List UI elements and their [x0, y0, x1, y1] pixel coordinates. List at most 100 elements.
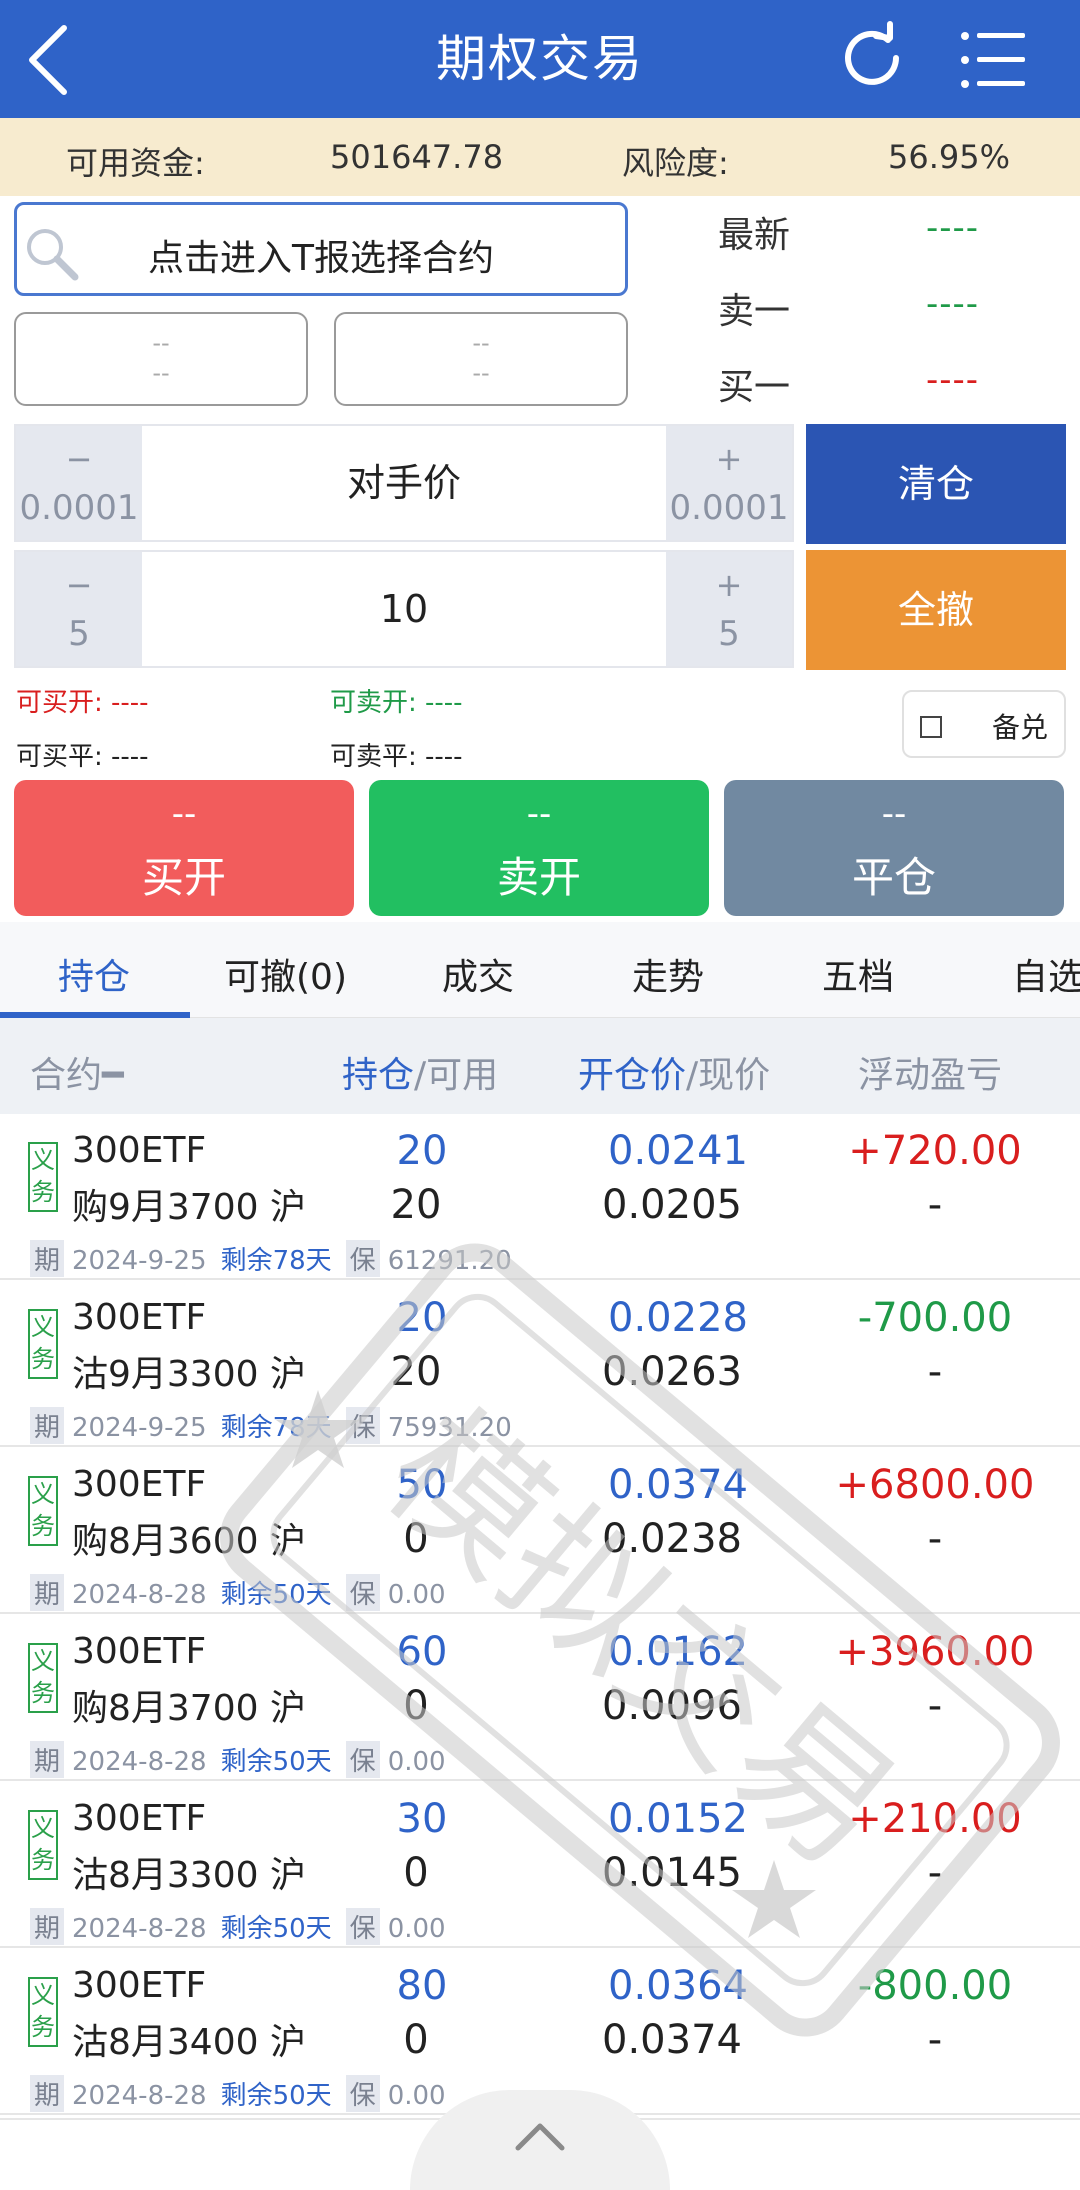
margin-badge: 保 — [345, 1240, 380, 1277]
hold-qty: 60 — [396, 1629, 448, 1675]
cancel-all-button[interactable]: 全撤 — [806, 550, 1066, 670]
contract-box-left[interactable]: -- -- — [14, 312, 308, 406]
hold-qty: 30 — [396, 1796, 448, 1842]
period-badge: 期 — [30, 1407, 65, 1444]
minus-icon: − — [65, 440, 93, 478]
col-open-price[interactable]: 开仓价/现价 — [578, 1046, 770, 1098]
contract-name: 300ETF — [72, 1798, 207, 1839]
sell-close-available: 可卖平: ---- — [330, 742, 463, 772]
sell-open-available: 可卖开: ---- — [330, 688, 463, 718]
current-price: 0.0238 — [602, 1516, 742, 1562]
quote-latest-value: ---- — [926, 208, 980, 248]
contract-detail: 沽8月3400 沪 — [72, 2022, 306, 2063]
qty-increase-button[interactable]: + 5 — [666, 552, 792, 666]
chevron-up-icon — [515, 2123, 565, 2151]
expiry-date: 2024-9-25 — [72, 1246, 207, 1276]
qty-decrease-button[interactable]: − 5 — [16, 552, 142, 666]
risk-label: 风险度: — [622, 144, 729, 182]
available-qty: 0 — [403, 1516, 429, 1562]
contract-name: 300ETF — [72, 1297, 207, 1338]
floating-pnl-secondary: - — [927, 2017, 943, 2063]
plus-icon: + — [715, 440, 743, 478]
period-badge: 期 — [30, 1741, 65, 1778]
buy-open-button[interactable]: -- 买开 — [14, 780, 354, 916]
expiry-date: 2024-8-28 — [72, 2081, 207, 2111]
tab-trades[interactable]: 成交 — [442, 948, 514, 1000]
floating-pnl: +3960.00 — [835, 1629, 1035, 1675]
list-menu-icon[interactable] — [955, 22, 1035, 98]
contract-box-right[interactable]: -- -- — [334, 312, 628, 406]
contract-name: 300ETF — [72, 1130, 207, 1171]
expiry-date: 2024-8-28 — [72, 1747, 207, 1777]
row-meta: 期 2024-8-28 剩余50天保 0.00 — [30, 1574, 446, 1611]
close-position-button[interactable]: -- 平仓 — [724, 780, 1064, 916]
current-price: 0.0096 — [602, 1683, 742, 1729]
clear-position-button[interactable]: 清仓 — [806, 424, 1066, 544]
position-row[interactable]: 义务 300ETF 沽8月3300 沪 30 0 0.0152 0.0145 +210.00 -… — [0, 1782, 1080, 1948]
refresh-icon[interactable] — [832, 18, 912, 98]
obligation-tag: 义务 — [28, 1977, 58, 2047]
box-right-line2: -- — [472, 359, 490, 387]
floating-pnl-secondary: - — [927, 1182, 943, 1228]
open-price: 0.0162 — [608, 1629, 748, 1675]
contract-name: 300ETF — [72, 1965, 207, 2006]
obligation-tag: 义务 — [28, 1309, 58, 1379]
hold-qty: 80 — [396, 1963, 448, 2009]
expiry-date: 2024-8-28 — [72, 1914, 207, 1944]
open-price: 0.0228 — [608, 1295, 748, 1341]
floating-pnl: +6800.00 — [835, 1462, 1035, 1508]
available-qty: 0 — [403, 1850, 429, 1896]
contract-select-button[interactable]: 点击进入T报选择合约 — [14, 202, 628, 296]
sell-open-price: -- — [526, 794, 552, 834]
available-qty: 0 — [403, 2017, 429, 2063]
price-increase-button[interactable]: + 0.0001 — [666, 426, 792, 540]
positions-table-header: 合约━ 持仓/可用 开仓价/现价 浮动盈亏 — [0, 1018, 1080, 1114]
box-right-line1: -- — [472, 329, 490, 357]
buy-open-price: -- — [171, 794, 197, 834]
days-remaining: 剩余50天 — [220, 2081, 332, 2111]
floating-pnl-secondary: - — [927, 1516, 943, 1562]
open-price: 0.0241 — [608, 1128, 748, 1174]
tab-cancelable[interactable]: 可撤(0) — [224, 948, 347, 1000]
floating-pnl-secondary: - — [927, 1683, 943, 1729]
position-row[interactable]: 义务 300ETF 购8月3600 沪 50 0 0.0374 0.0238 +6800.00… — [0, 1448, 1080, 1614]
margin-value: 75931.20 — [387, 1413, 512, 1443]
covered-checkbox[interactable]: 备兑 — [902, 690, 1066, 758]
current-price: 0.0374 — [602, 2017, 742, 2063]
tab-watchlist[interactable]: 自选 — [1012, 948, 1080, 1000]
margin-badge: 保 — [345, 2075, 380, 2112]
row-meta: 期 2024-8-28 剩余50天保 0.00 — [30, 1908, 446, 1945]
position-row[interactable]: 义务 300ETF 沽9月3300 沪 20 20 0.0228 0.0263 -700.00… — [0, 1281, 1080, 1447]
days-remaining: 剩余50天 — [220, 1914, 332, 1944]
col-hold-primary: 持仓 — [342, 1055, 415, 1096]
margin-value: 61291.20 — [387, 1246, 512, 1276]
tab-depth[interactable]: 五档 — [822, 948, 894, 1000]
tab-trend[interactable]: 走势 — [632, 948, 704, 1000]
col-pnl[interactable]: 浮动盈亏 — [858, 1046, 1002, 1098]
col-hold-secondary: /可用 — [414, 1055, 499, 1096]
tab-positions[interactable]: 持仓 — [58, 948, 130, 1000]
tab-bar: 持仓 可撤(0) 成交 走势 五档 自选 — [0, 922, 1080, 1018]
col-contract[interactable]: 合约━ — [30, 1046, 124, 1098]
sell-open-button[interactable]: -- 卖开 — [369, 780, 709, 916]
quantity-stepper: − 5 10 + 5 — [14, 550, 794, 668]
quantity-input[interactable]: 10 — [142, 552, 666, 666]
position-row[interactable]: 义务 300ETF 购9月3700 沪 20 20 0.0241 0.0205 +720.00… — [0, 1114, 1080, 1280]
contract-detail: 购9月3700 沪 — [72, 1187, 306, 1228]
current-price: 0.0205 — [602, 1182, 742, 1228]
col-hold[interactable]: 持仓/可用 — [342, 1046, 498, 1098]
period-badge: 期 — [30, 1908, 65, 1945]
quote-latest-label: 最新 — [718, 215, 791, 256]
contract-detail: 购8月3700 沪 — [72, 1688, 306, 1729]
price-type-field[interactable]: 对手价 — [142, 426, 666, 540]
position-row[interactable]: 义务 300ETF 购8月3700 沪 60 0 0.0162 0.0096 +3960.00… — [0, 1615, 1080, 1781]
close-position-price: -- — [881, 794, 907, 834]
qty-step-value: 5 — [68, 614, 90, 654]
obligation-tag: 义务 — [28, 1142, 58, 1212]
col-open-primary: 开仓价 — [578, 1055, 687, 1096]
available-funds-value: 501647.78 — [330, 138, 504, 176]
top-bar: 期权交易 — [0, 0, 1080, 118]
days-remaining: 剩余78天 — [220, 1246, 332, 1276]
price-decrease-button[interactable]: − 0.0001 — [16, 426, 142, 540]
margin-badge: 保 — [345, 1574, 380, 1611]
